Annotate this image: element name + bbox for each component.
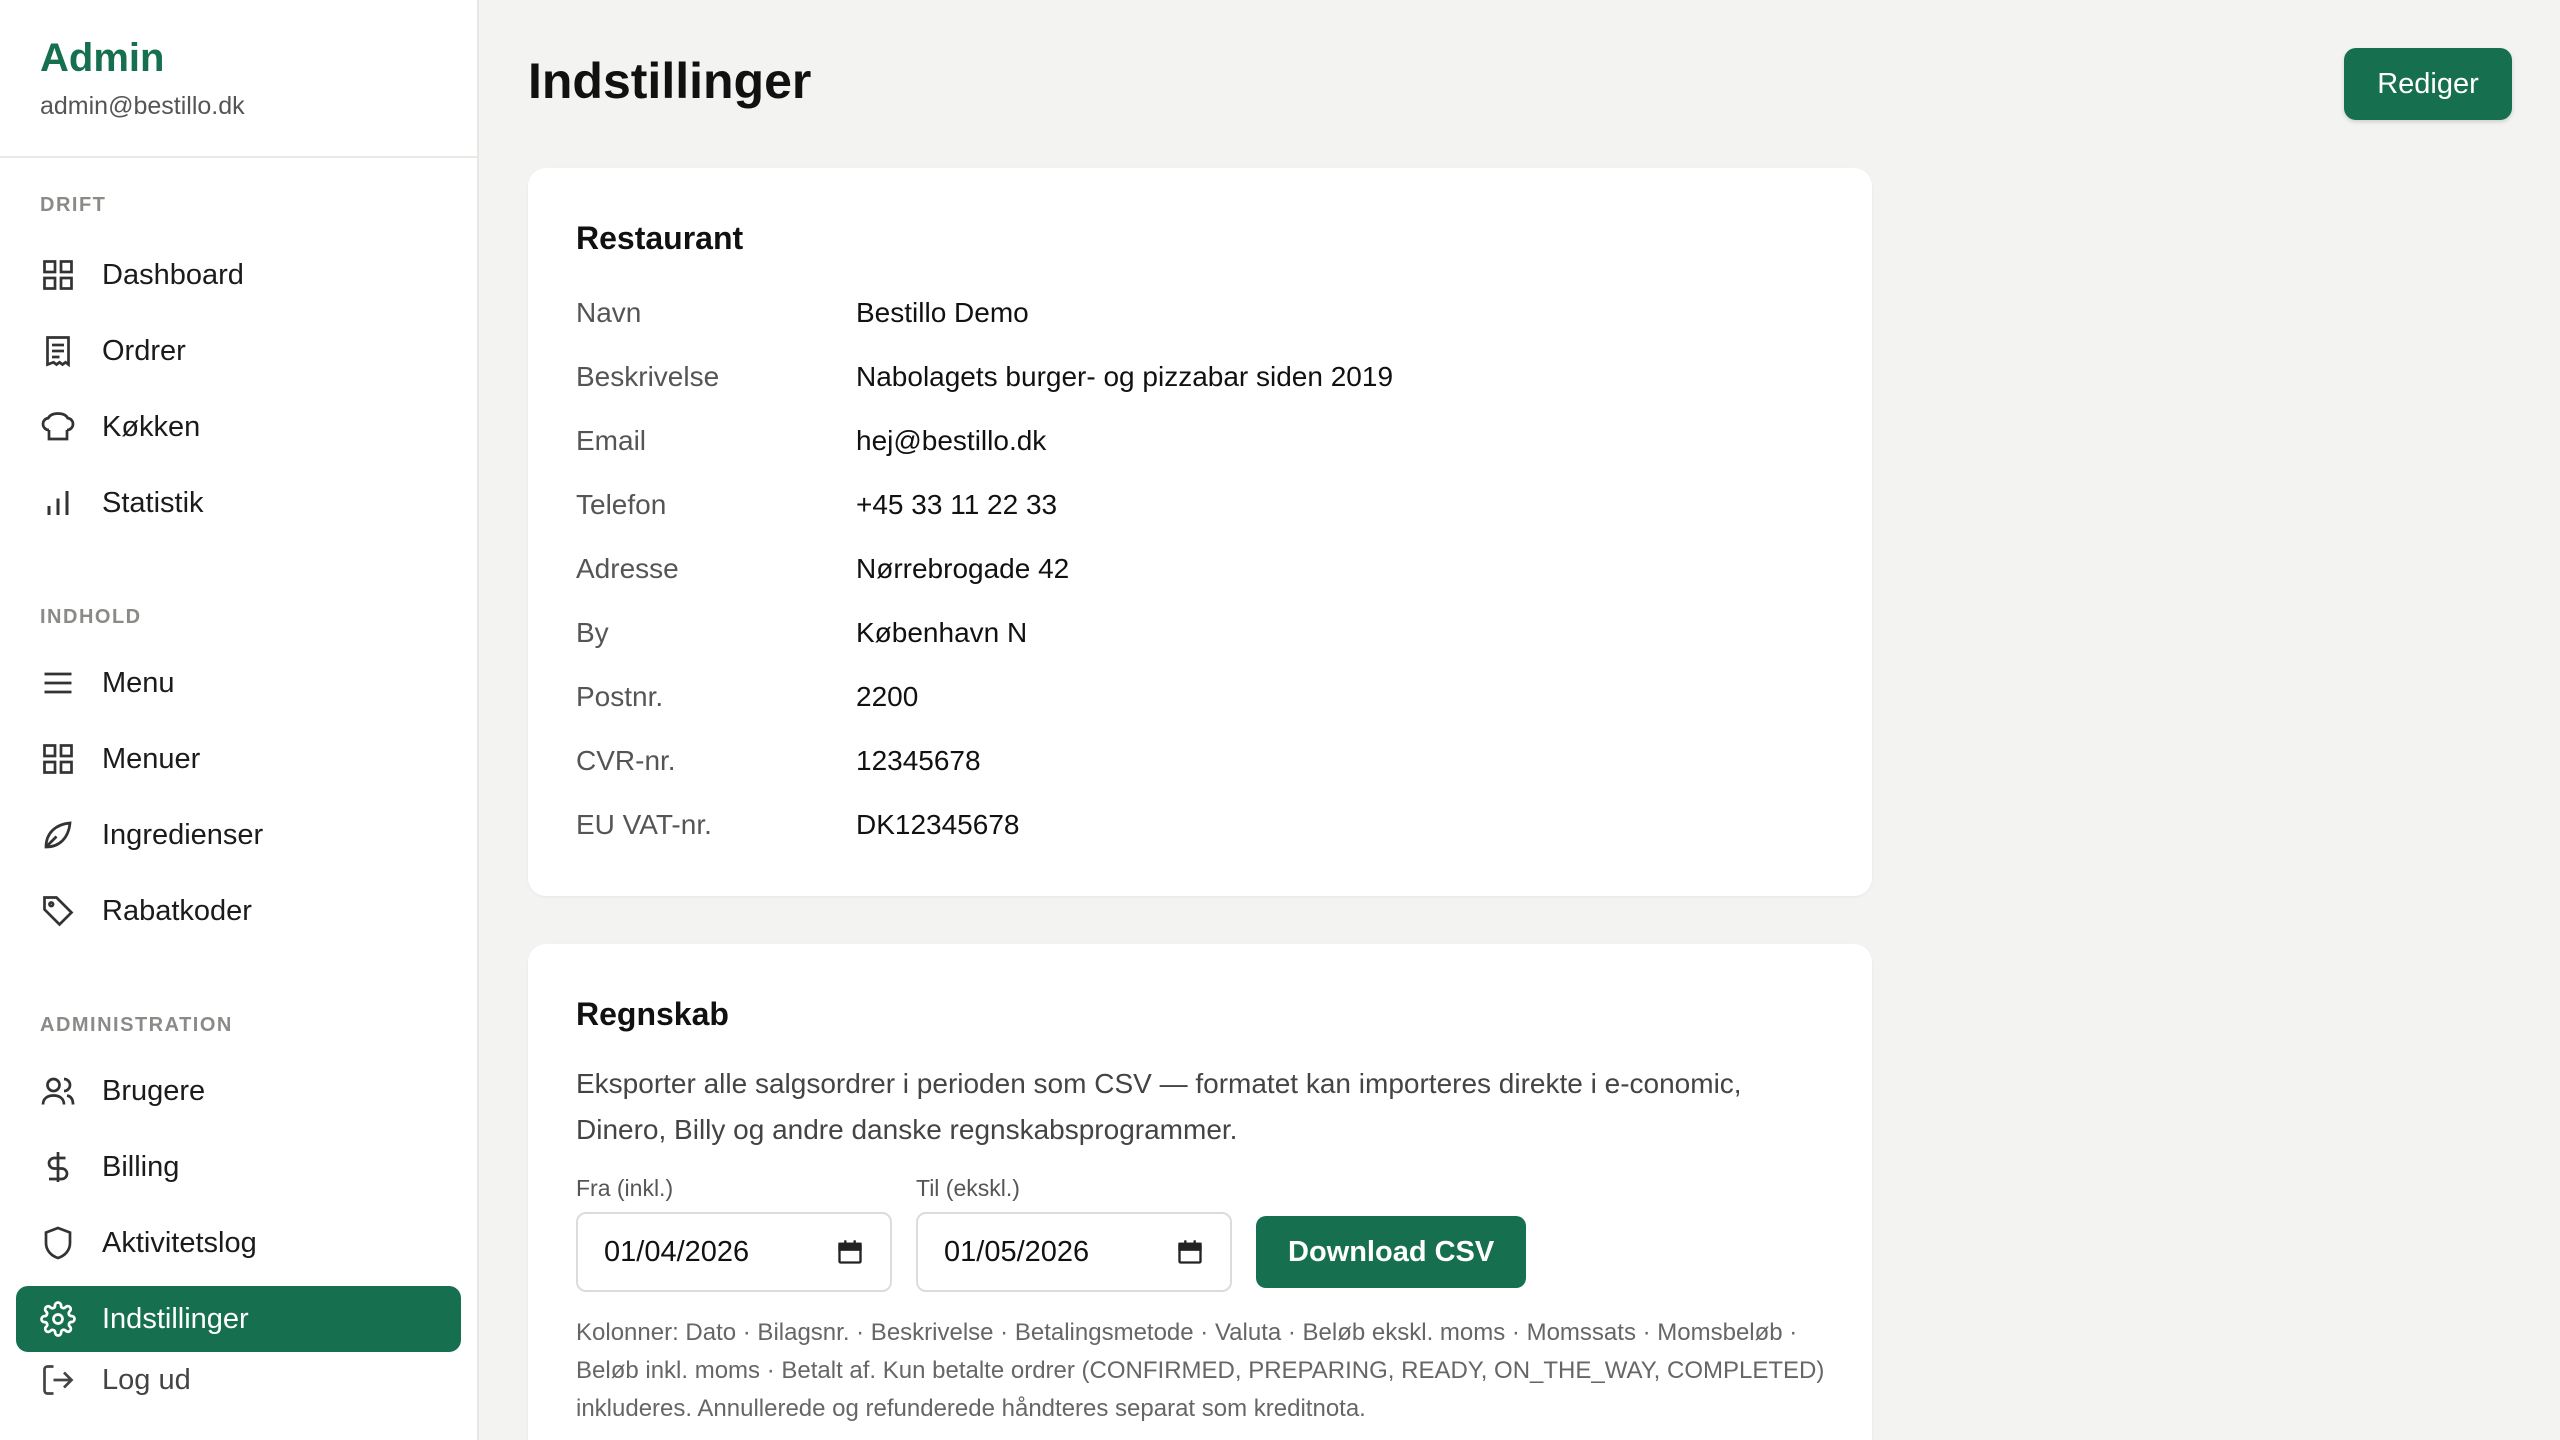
bar-chart-icon	[40, 485, 76, 521]
info-row-city: By København N	[576, 601, 1824, 665]
brand-email: admin@bestillo.dk	[40, 92, 245, 120]
sidebar-item-label: Dashboard	[102, 258, 244, 291]
gear-icon	[40, 1301, 76, 1337]
restaurant-card: Restaurant Navn Bestillo Demo Beskrivels…	[528, 168, 1872, 896]
section-label: DRIFT	[40, 194, 107, 216]
accounting-description: Eksporter alle salgsordrer i perioden so…	[576, 1068, 1742, 1145]
dollar-icon	[40, 1149, 76, 1185]
from-date-field: Fra (inkl.) 01/04/2026	[576, 1175, 892, 1292]
sidebar-item-label: Aktivitetslog	[102, 1226, 257, 1259]
section-label: INDHOLD	[40, 606, 142, 628]
tag-icon	[40, 893, 76, 929]
logout-icon	[40, 1362, 76, 1398]
sidebar: Admin admin@bestillo.dk DRIFT Dashboard …	[0, 0, 479, 1440]
brand: Admin admin@bestillo.dk	[0, 0, 477, 158]
sidebar-item-label: Ingredienser	[102, 818, 264, 851]
info-row-address: Adresse Nørrebrogade 42	[576, 537, 1824, 601]
info-value: Nabolagets burger- og pizzabar siden 201…	[856, 361, 1394, 392]
info-label: Email	[576, 425, 647, 456]
accounting-card: Regnskab Eksporter alle salgsordrer i pe…	[528, 944, 1872, 1440]
sidebar-item-label: Billing	[102, 1150, 180, 1183]
receipt-icon	[40, 333, 76, 369]
sidebar-item-label: Indstillinger	[102, 1302, 249, 1335]
grid-icon	[40, 257, 76, 293]
sidebar-item-ingredienser[interactable]: Ingredienser	[16, 802, 461, 868]
sidebar-item-ordrer[interactable]: Ordrer	[16, 318, 461, 384]
sidebar-item-dashboard[interactable]: Dashboard	[16, 242, 461, 308]
sidebar-item-menu[interactable]: Menu	[16, 650, 461, 716]
info-value: 2200	[856, 681, 919, 712]
to-date-field: Til (ekskl.) 01/05/2026	[916, 1175, 1232, 1292]
info-row-phone: Telefon +45 33 11 22 33	[576, 473, 1824, 537]
info-value: Nørrebrogade 42	[856, 553, 1070, 584]
chef-hat-icon	[40, 409, 76, 445]
sidebar-item-aktivitetslog[interactable]: Aktivitetslog	[16, 1210, 461, 1276]
sidebar-item-rabatkoder[interactable]: Rabatkoder	[16, 878, 461, 944]
shield-icon	[40, 1225, 76, 1261]
to-date-value: 01/05/2026	[944, 1235, 1090, 1268]
sidebar-item-label: Rabatkoder	[102, 894, 252, 927]
sidebar-item-indstillinger[interactable]: Indstillinger	[16, 1286, 461, 1352]
grid-icon	[40, 741, 76, 777]
main-content: Indstillinger Rediger Restaurant Navn Be…	[479, 0, 2560, 1440]
info-value: DK12345678	[856, 809, 1020, 840]
info-label: CVR-nr.	[576, 745, 676, 776]
sidebar-item-menuer[interactable]: Menuer	[16, 726, 461, 792]
restaurant-card-title: Restaurant	[576, 220, 744, 256]
info-row-description: Beskrivelse Nabolagets burger- og pizzab…	[576, 345, 1824, 409]
sidebar-item-billing[interactable]: Billing	[16, 1134, 461, 1200]
accounting-card-title: Regnskab	[576, 996, 729, 1032]
app: Admin admin@bestillo.dk DRIFT Dashboard …	[0, 0, 2560, 1440]
info-label: Beskrivelse	[576, 361, 720, 392]
sidebar-item-label: Køkken	[102, 410, 201, 443]
info-value: København N	[856, 617, 1028, 648]
to-date-input[interactable]: 01/05/2026	[916, 1212, 1232, 1292]
info-label: Adresse	[576, 553, 679, 584]
info-row-email: Email hej@bestillo.dk	[576, 409, 1824, 473]
info-row-cvr: CVR-nr. 12345678	[576, 729, 1824, 793]
logout-label: Log ud	[102, 1363, 191, 1396]
download-csv-button[interactable]: Download CSV	[1256, 1216, 1527, 1288]
nav-section-administration: ADMINISTRATION Brugere Billing Aktivitet…	[0, 1010, 477, 1352]
sidebar-item-label: Menuer	[102, 742, 201, 775]
info-row-vat: EU VAT-nr. DK12345678	[576, 793, 1824, 857]
info-value: hej@bestillo.dk	[856, 425, 1047, 456]
sidebar-item-statistik[interactable]: Statistik	[16, 470, 461, 536]
sidebar-item-brugere[interactable]: Brugere	[16, 1058, 461, 1124]
menu-lines-icon	[40, 665, 76, 701]
info-label: Telefon	[576, 489, 667, 520]
users-icon	[40, 1073, 76, 1109]
info-label: EU VAT-nr.	[576, 809, 712, 840]
info-row-name: Navn Bestillo Demo	[576, 281, 1824, 345]
brand-title: Admin	[40, 36, 165, 80]
calendar-icon[interactable]	[1176, 1238, 1204, 1266]
leaf-icon	[40, 817, 76, 853]
info-value: 12345678	[856, 745, 981, 776]
columns-note: Kolonner: Dato · Bilagsnr. · Beskrivelse…	[576, 1319, 1825, 1422]
section-label: ADMINISTRATION	[40, 1014, 233, 1036]
sidebar-item-label: Menu	[102, 666, 175, 699]
info-label: Navn	[576, 297, 642, 328]
sidebar-item-label: Ordrer	[102, 334, 186, 367]
nav-section-indhold: INDHOLD Menu Menuer Ingredienser Rabatko…	[0, 602, 477, 944]
calendar-icon[interactable]	[836, 1238, 864, 1266]
info-value: +45 33 11 22 33	[856, 489, 1058, 520]
sidebar-item-kokken[interactable]: Køkken	[16, 394, 461, 460]
from-date-label: Fra (inkl.)	[576, 1175, 674, 1201]
info-label: By	[576, 617, 609, 648]
info-label: Postnr.	[576, 681, 664, 712]
to-date-label: Til (ekskl.)	[916, 1175, 1020, 1201]
info-row-postcode: Postnr. 2200	[576, 665, 1824, 729]
from-date-input[interactable]: 01/04/2026	[576, 1212, 892, 1292]
edit-button[interactable]: Rediger	[2344, 48, 2512, 120]
info-value: Bestillo Demo	[856, 297, 1029, 328]
from-date-value: 01/04/2026	[604, 1235, 750, 1268]
nav-section-drift: DRIFT Dashboard Ordrer Køkken Statistik	[0, 190, 477, 536]
logout-button[interactable]: Log ud	[16, 1347, 461, 1413]
sidebar-item-label: Brugere	[102, 1074, 206, 1107]
sidebar-item-label: Statistik	[102, 486, 204, 519]
page-title: Indstillinger	[528, 53, 812, 109]
date-range-row: Fra (inkl.) 01/04/2026 Til (ekskl.) 01/0…	[576, 1175, 1824, 1292]
